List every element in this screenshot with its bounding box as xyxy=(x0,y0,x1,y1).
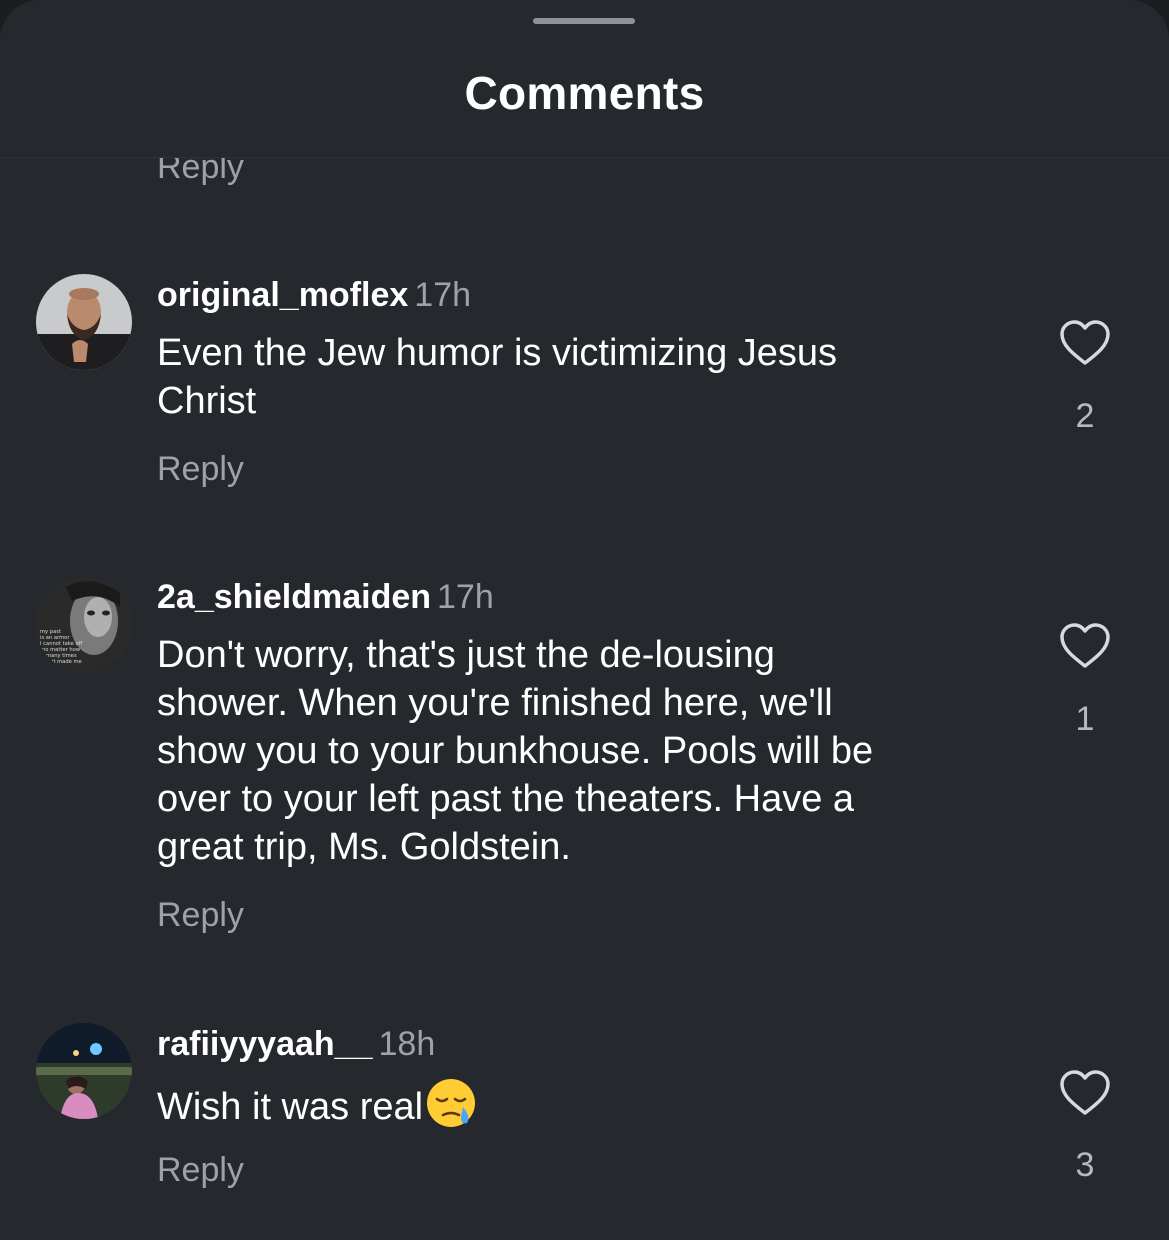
drag-handle[interactable] xyxy=(533,18,635,24)
like-heart-icon[interactable] xyxy=(1058,319,1112,367)
page-title: Comments xyxy=(464,67,705,119)
avatar[interactable] xyxy=(36,274,132,370)
comment-timestamp: 17h xyxy=(437,578,494,616)
like-count: 2 xyxy=(1075,397,1095,435)
comment-text: Wish it was real xyxy=(157,1077,1017,1131)
avatar-caption: it made me xyxy=(52,659,82,665)
comment-timestamp: 17h xyxy=(414,276,472,314)
comment-text-line: show you to your bunkhouse. Pools will b… xyxy=(157,730,874,772)
avatar[interactable]: my past is an armor I cannot take off no… xyxy=(36,577,132,673)
comment-text-line: over to your left past the theaters. Hav… xyxy=(157,778,855,820)
like-count: 3 xyxy=(1075,1146,1095,1184)
comment-username[interactable]: original_moflex xyxy=(157,276,408,314)
comment-timestamp: 18h xyxy=(378,1025,436,1063)
comment-text: Even the Jew humor is victimizing Jesus … xyxy=(157,329,1017,425)
comment-meta: rafiiyyyaah__ 18h xyxy=(157,1025,435,1064)
reply-button[interactable]: Reply xyxy=(157,450,244,489)
like-count: 1 xyxy=(1075,700,1095,738)
comment-text-line: Christ xyxy=(157,380,257,422)
comment-meta: 2a_shieldmaiden 17h xyxy=(157,578,494,617)
reply-button[interactable]: Reply xyxy=(157,1151,244,1190)
comments-sheet: Comments Reply original_moflex 17h Even t… xyxy=(0,0,1169,1240)
like-heart-icon[interactable] xyxy=(1058,622,1112,670)
like-heart-icon[interactable] xyxy=(1058,1069,1112,1117)
avatar[interactable] xyxy=(36,1023,132,1119)
comment-text-line: shower. When you're finished here, we'll xyxy=(157,682,833,724)
comment-text-line: Don't worry, that's just the de-lousing xyxy=(157,634,775,676)
comment-text-line: great trip, Ms. Goldstein. xyxy=(157,826,571,868)
comment-text-line: Wish it was real xyxy=(157,1086,424,1128)
comment-text-line: Even the Jew humor is victimizing Jesus xyxy=(157,332,838,374)
comment-meta: original_moflex 17h xyxy=(157,276,471,315)
comment-text: Don't worry, that's just the de-lousing … xyxy=(157,631,1017,871)
comment-username[interactable]: 2a_shieldmaiden xyxy=(157,578,431,616)
sleepy-face-emoji xyxy=(425,1077,477,1129)
comment-username[interactable]: rafiiyyyaah__ xyxy=(157,1025,373,1063)
sheet-header: Comments xyxy=(0,0,1169,158)
reply-button[interactable]: Reply xyxy=(157,896,244,935)
